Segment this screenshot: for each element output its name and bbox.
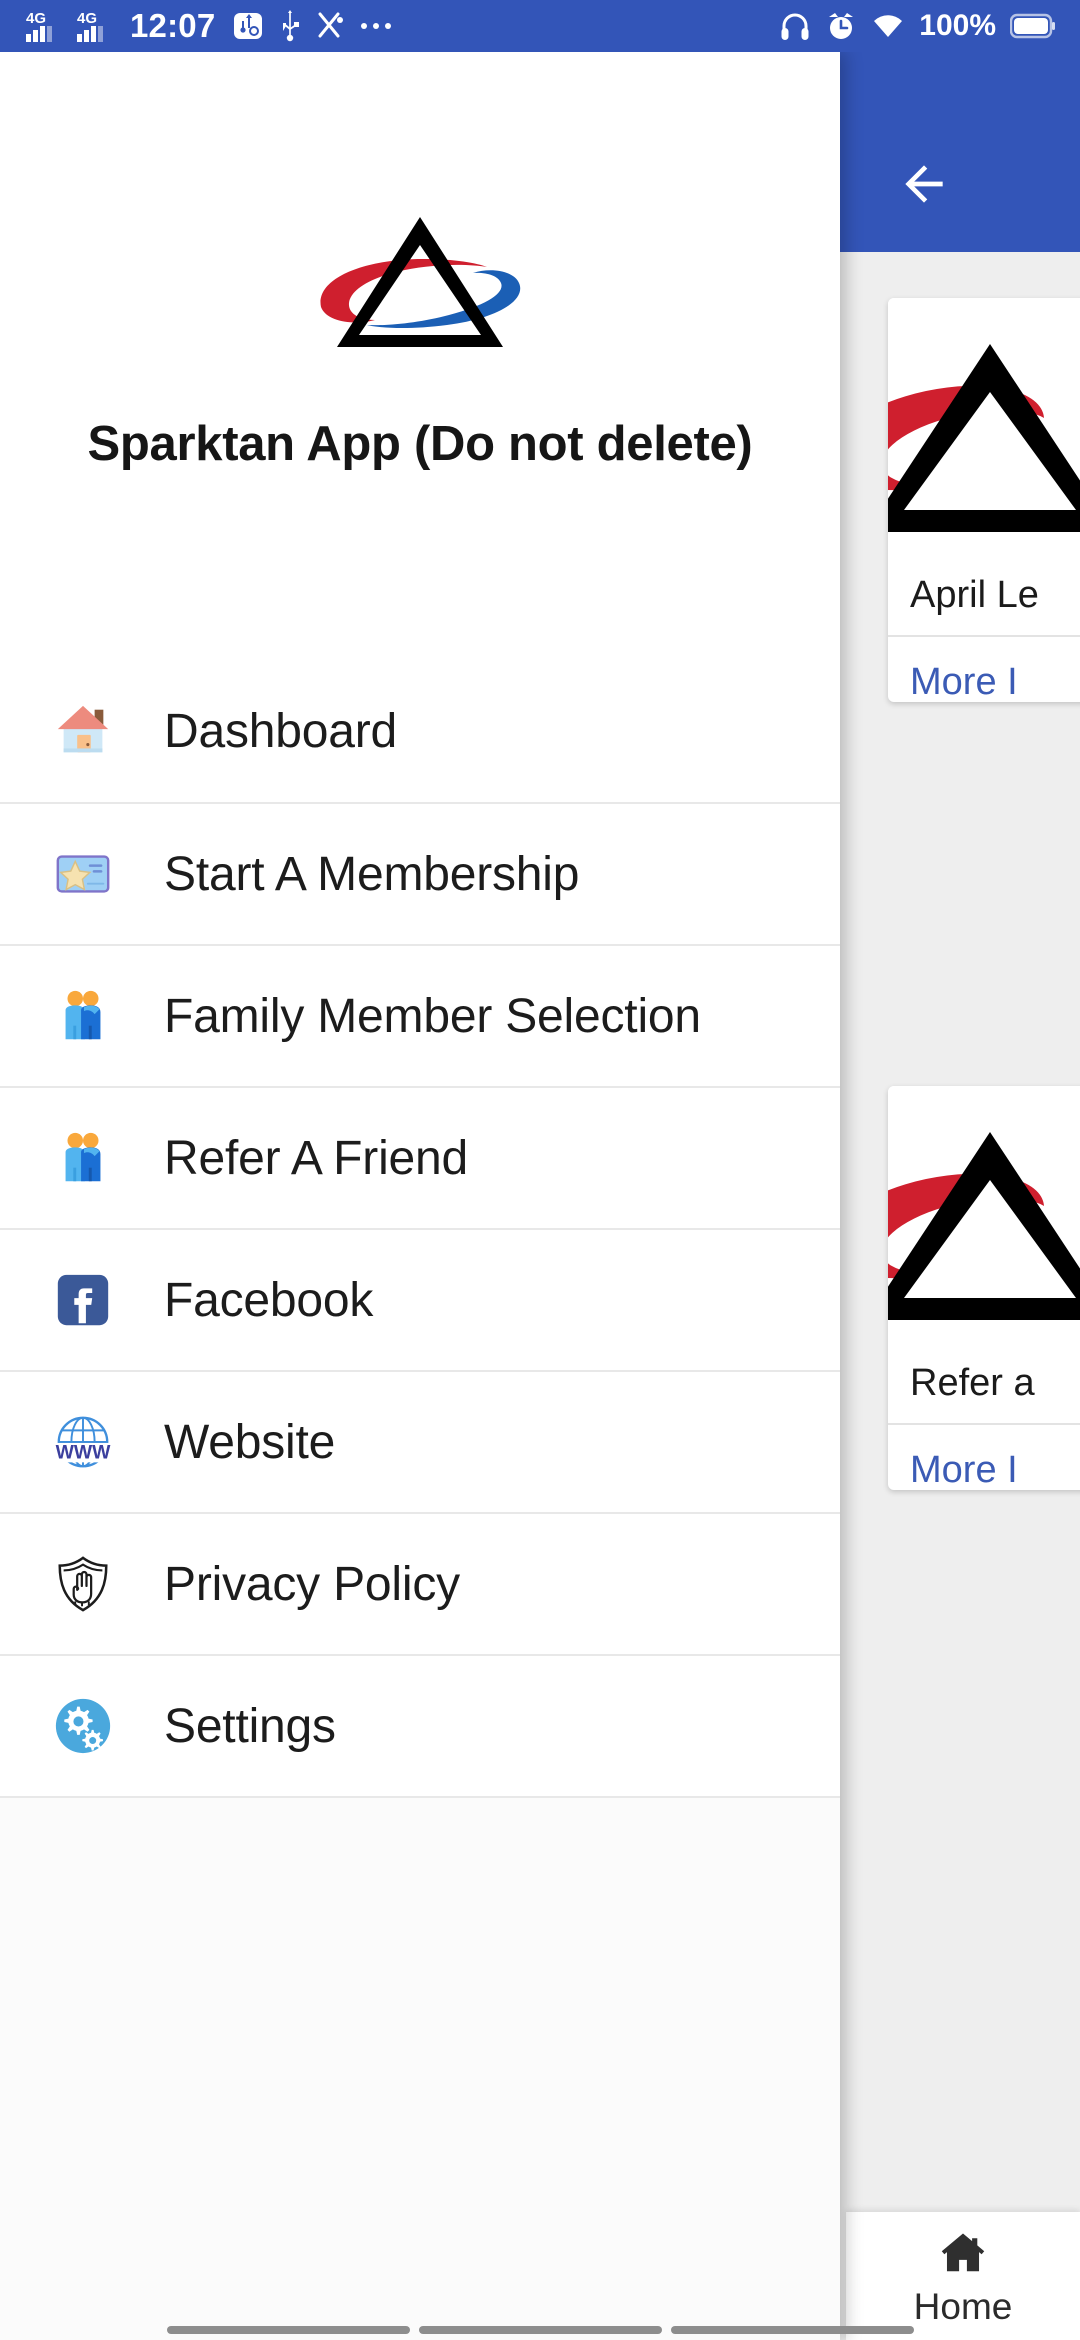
sidebar-item-label: Start A Membership: [164, 847, 580, 901]
facebook-icon: [52, 1269, 114, 1331]
sidebar-item-label: Website: [164, 1415, 336, 1469]
sidebar-item-label: Facebook: [164, 1273, 374, 1327]
headphones-icon: [779, 10, 811, 42]
www-globe-icon: WWW: [52, 1411, 114, 1473]
status-bar-clock: 12:07: [130, 7, 216, 44]
people-icon: [52, 1127, 114, 1189]
signal-bars-icon: 4G: [75, 8, 113, 44]
shield-hand-icon: [52, 1553, 114, 1615]
content-card[interactable]: Refer a More I: [888, 1086, 1080, 1490]
sidebar-item-family-member-selection[interactable]: Family Member Selection: [0, 944, 840, 1086]
card-more-info-link[interactable]: More I: [888, 637, 1080, 702]
arrow-left-icon: [905, 165, 943, 203]
status-bar-left: 4G 4G 12:07: [24, 7, 393, 45]
drawer-header: Sparktan App (Do not delete): [0, 52, 840, 660]
phone-screen: April Le More I Refer a More I Home Spar…: [0, 0, 1080, 2340]
svg-text:WWW: WWW: [56, 1441, 112, 1463]
nav-item-home-label: Home: [913, 2286, 1013, 2327]
navigation-drawer: Sparktan App (Do not delete) Dashboard S…: [0, 52, 840, 2340]
card-title: Refer a: [910, 1362, 1035, 1404]
sidebar-item-label: Settings: [164, 1699, 336, 1753]
nav-item-home[interactable]: [928, 2224, 998, 2282]
svg-text:4G: 4G: [77, 10, 97, 27]
usb-icon: [277, 9, 303, 43]
ticket-icon: [52, 843, 114, 905]
content-card[interactable]: April Le More I: [888, 298, 1080, 702]
house-icon: [52, 700, 114, 762]
sidebar-item-start-a-membership[interactable]: Start A Membership: [0, 802, 840, 944]
usb-debug-icon: [232, 10, 264, 42]
sidebar-item-label: Dashboard: [164, 704, 398, 758]
sidebar-item-website[interactable]: WWW Website: [0, 1370, 840, 1512]
svg-text:4G: 4G: [26, 10, 46, 27]
sidebar-item-privacy-policy[interactable]: Privacy Policy: [0, 1512, 840, 1654]
sparktan-logo-icon: [320, 217, 521, 347]
home-icon: [941, 2233, 985, 2272]
people-icon: [52, 985, 114, 1047]
status-bar: 4G 4G 12:07 100%: [0, 0, 1080, 52]
alarm-clock-icon: [825, 10, 857, 42]
sidebar-item-dashboard[interactable]: Dashboard: [0, 660, 840, 802]
sidebar-item-settings[interactable]: Settings: [0, 1654, 840, 1796]
wifi-icon: [871, 11, 905, 41]
drawer-menu-list: Dashboard Start A Membership Family Memb…: [0, 660, 840, 1796]
battery-icon: [1010, 13, 1056, 39]
back-button[interactable]: [880, 140, 968, 228]
card-image: [888, 1086, 1080, 1338]
gears-icon: [52, 1695, 114, 1757]
sparktan-logo-icon: [888, 344, 1080, 532]
sidebar-item-label: Family Member Selection: [164, 989, 701, 1043]
sparktan-logo-icon: [888, 1132, 1080, 1320]
sidebar-item-refer-a-friend[interactable]: Refer A Friend: [0, 1086, 840, 1228]
drawer-empty-space: [0, 1796, 840, 2340]
drawer-title: Sparktan App (Do not delete): [87, 417, 753, 471]
sidebar-item-label: Privacy Policy: [164, 1557, 460, 1611]
sidebar-item-facebook[interactable]: Facebook: [0, 1228, 840, 1370]
battery-percent-label: 100%: [919, 9, 996, 42]
more-dots-icon: [359, 20, 393, 32]
bottom-navigation-bar: Home: [846, 2212, 1080, 2340]
status-bar-right: 100%: [779, 9, 1056, 43]
card-image: [888, 298, 1080, 550]
signal-bars-icon: 4G: [24, 8, 62, 44]
card-more-info-link[interactable]: More I: [888, 1425, 1080, 1490]
sidebar-item-label: Refer A Friend: [164, 1131, 469, 1185]
developer-options-icon: [316, 10, 346, 42]
card-title: April Le: [910, 574, 1039, 616]
